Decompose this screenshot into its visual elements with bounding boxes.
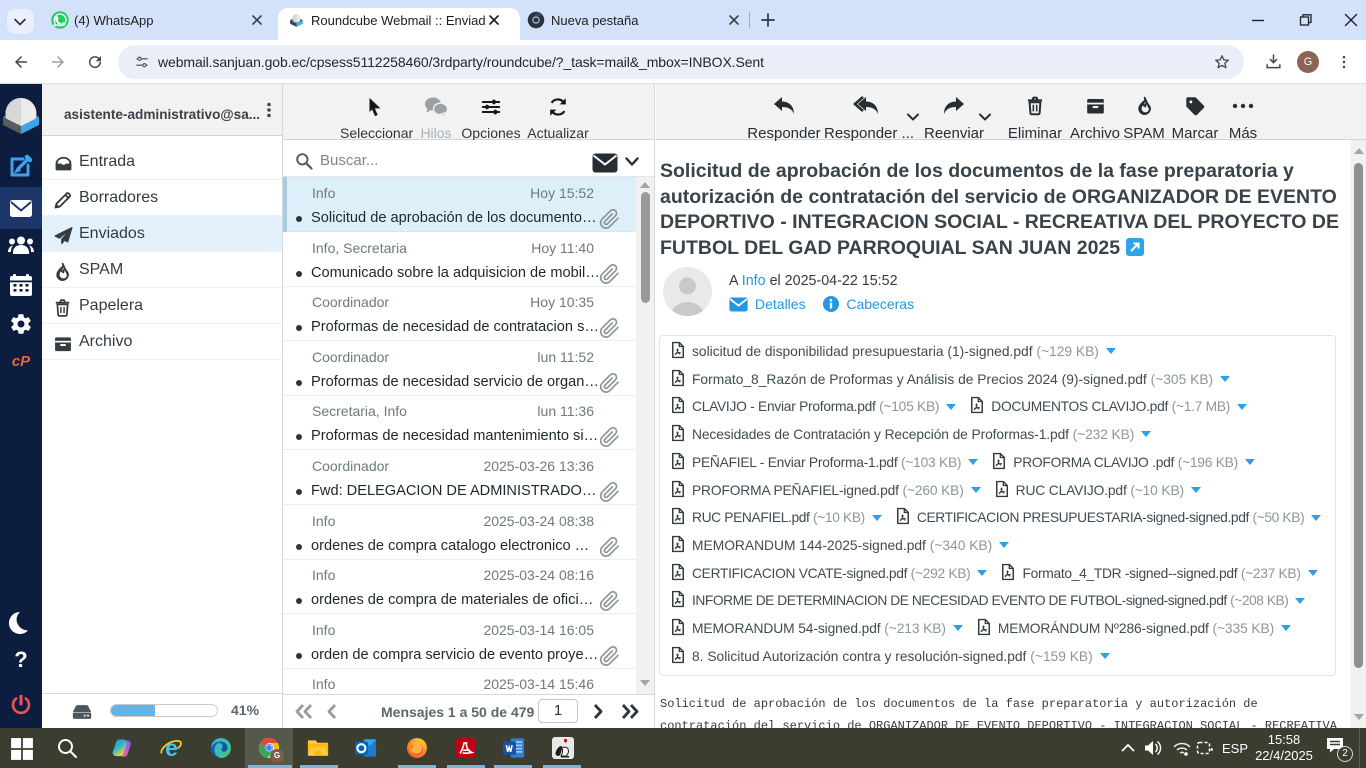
svg-text:e: e bbox=[165, 736, 178, 760]
